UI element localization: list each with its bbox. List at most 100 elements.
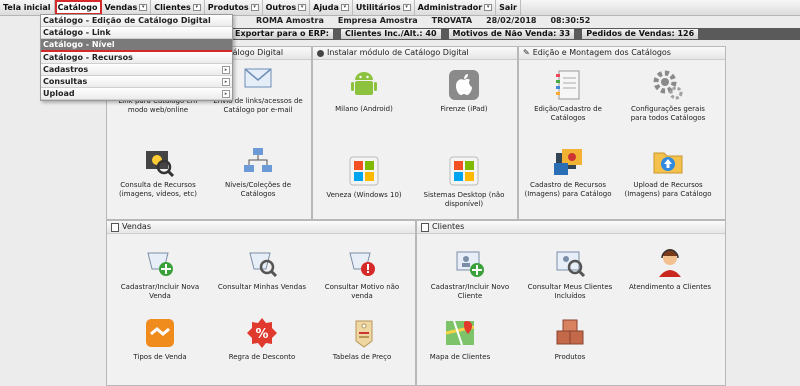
tile-niveis-colecoes[interactable]: Níveis/Coleções de Catálogos: [213, 145, 303, 199]
handshake-icon: [144, 317, 176, 349]
support-agent-icon: [654, 247, 686, 279]
panel-header: Vendas: [107, 221, 415, 234]
menu-item-catalogo-recursos[interactable]: Catálogo - Recursos: [41, 52, 232, 64]
no-sale-reasons-count[interactable]: Motivos de Não Venda: 33: [448, 29, 575, 39]
tile-label: Consulta de Recursos (imagens, vídeos, e…: [119, 181, 197, 198]
tile-atendimento[interactable]: Atendimento a Clientes: [625, 247, 715, 292]
tile-minhas-vendas[interactable]: Consultar Minhas Vendas: [217, 247, 307, 292]
menu-produtos[interactable]: Produtos ▾: [205, 0, 263, 15]
chevron-down-icon: ▾: [250, 4, 259, 11]
tile-regra-desconto[interactable]: % Regra de Desconto: [217, 317, 307, 362]
panel-title: Edição e Montagem dos Catálogos: [532, 48, 671, 57]
windows-icon: [448, 155, 480, 187]
tile-label: Milano (Android): [335, 105, 393, 113]
menu-sair[interactable]: Sair: [496, 0, 521, 15]
menu-label: Produtos: [207, 3, 249, 12]
percent-icon: %: [246, 317, 278, 349]
clients-count[interactable]: Clientes Inc./Alt.: 40: [340, 29, 441, 39]
menu-outros[interactable]: Outros ▾: [263, 0, 311, 15]
tile-label: Consultar Meus Clientes Incluídos: [527, 283, 613, 300]
tile-label: Atendimento a Clientes: [628, 283, 712, 291]
chevron-down-icon: ▾: [340, 4, 349, 11]
menu-item-catalogo-link[interactable]: Catálogo - Link: [41, 27, 232, 39]
chevron-down-icon: ▾: [139, 4, 148, 11]
tile-configuracoes[interactable]: Configurações gerais para todos Catálogo…: [623, 69, 713, 123]
tile-upload-recursos[interactable]: Upload de Recursos (Imagens) para Catálo…: [623, 145, 713, 199]
cart-search-icon: [246, 247, 278, 279]
sync-info-bar: Exportar para o ERP: Clientes Inc./Alt.:…: [231, 28, 800, 40]
panel-clients: Clientes Cadastrar/Incluir Novo Cliente …: [416, 220, 726, 386]
tile-label: Consultar Minhas Vendas: [217, 283, 307, 291]
tile-produtos[interactable]: Produtos: [525, 317, 615, 362]
price-tag-icon: [346, 317, 378, 349]
panel-sales: Vendas Cadastrar/Incluir Nova Venda Cons…: [106, 220, 416, 386]
tile-tabelas-preco[interactable]: Tabelas de Preço: [317, 317, 407, 362]
boxes-icon: [554, 317, 586, 349]
chevron-down-icon: ▾: [402, 4, 411, 11]
tile-consultar-clientes[interactable]: Consultar Meus Clientes Incluídos: [525, 247, 615, 301]
menu-administrador[interactable]: Administrador ▾: [415, 0, 497, 15]
menu-label: Tela inicial: [3, 3, 51, 12]
app-name: TROVATA: [431, 16, 473, 25]
chevron-down-icon: ▾: [192, 4, 201, 11]
menu-item-label: Catálogo - Edição de Catálogo Digital: [43, 16, 211, 25]
tile-windows10[interactable]: Veneza (Windows 10): [319, 155, 409, 200]
tile-label: Produtos: [554, 353, 586, 361]
menu-utilitarios[interactable]: Utilitários ▾: [353, 0, 415, 15]
panel-title: Instalar módulo de Catálogo Digital: [327, 48, 469, 57]
tile-label: Cadastrar/Incluir Novo Cliente: [430, 283, 510, 300]
tile-cadastro-recursos[interactable]: Cadastro de Recursos (Imagens) para Catá…: [523, 145, 613, 199]
menu-item-label: Upload: [43, 89, 75, 98]
menu-tela-inicial[interactable]: Tela inicial: [0, 0, 55, 15]
client-add-icon: [454, 247, 486, 279]
menu-label: Catálogo: [57, 3, 98, 12]
tile-desktop[interactable]: Sistemas Desktop (não disponível): [419, 155, 509, 209]
panel-header: Clientes: [417, 221, 725, 234]
menu-label: Sair: [499, 3, 517, 12]
tile-label: Níveis/Coleções de Catálogos: [224, 181, 292, 198]
tile-ipad[interactable]: Firenze (iPad): [419, 69, 509, 114]
document-icon: [421, 222, 429, 232]
tile-label: Regra de Desconto: [228, 353, 296, 361]
company-name: Empresa Amostra: [337, 16, 418, 25]
map-icon: [444, 317, 476, 349]
tile-label: Consultar Motivo não venda: [324, 283, 400, 300]
document-icon: [111, 222, 119, 232]
tile-motivo-nao-venda[interactable]: Consultar Motivo não venda: [317, 247, 407, 301]
tile-label: Cadastrar/Incluir Nova Venda: [120, 283, 200, 300]
notebook-icon: [552, 69, 584, 101]
menu-item-cadastros[interactable]: Cadastros ▸: [41, 64, 232, 76]
menu-item-consultas[interactable]: Consultas ▸: [41, 76, 232, 88]
menu-vendas[interactable]: Vendas ▾: [102, 0, 152, 15]
menu-item-label: Consultas: [43, 77, 88, 86]
tile-tipos-venda[interactable]: Tipos de Venda: [115, 317, 205, 362]
tile-label: Configurações gerais para todos Catálogo…: [630, 105, 706, 122]
menu-label: Ajuda: [313, 3, 339, 12]
menu-item-label: Catálogo - Link: [43, 28, 111, 37]
menu-item-edicao-catalogo[interactable]: Catálogo - Edição de Catálogo Digital: [41, 15, 232, 27]
menu-item-upload[interactable]: Upload ▸: [41, 88, 232, 100]
menu-ajuda[interactable]: Ajuda ▾: [310, 0, 353, 15]
gear-icon: [652, 69, 684, 101]
menu-item-catalogo-nivel[interactable]: Catálogo - Nível: [41, 39, 232, 52]
tile-label: Sistemas Desktop (não disponível): [423, 191, 505, 208]
tile-edicao-cadastro[interactable]: Edição/Cadastro de Catálogos: [523, 69, 613, 123]
menu-clientes[interactable]: Clientes ▾: [151, 0, 205, 15]
chevron-down-icon: ▾: [298, 4, 307, 11]
media-files-icon: [552, 145, 584, 177]
client-search-icon: [554, 247, 586, 279]
menu-catalogo[interactable]: Catálogo: [54, 0, 102, 15]
tile-nova-venda[interactable]: Cadastrar/Incluir Nova Venda: [115, 247, 205, 301]
tile-novo-cliente[interactable]: Cadastrar/Incluir Novo Cliente: [425, 247, 515, 301]
session-time: 08:30:52: [550, 16, 591, 25]
install-icon: [317, 49, 324, 57]
sales-orders-count[interactable]: Pedidos de Vendas: 126: [582, 29, 699, 39]
tile-label: Edição/Cadastro de Catálogos: [534, 105, 602, 122]
tile-android[interactable]: Milano (Android): [319, 69, 409, 114]
pencil-icon: ✎: [523, 48, 530, 57]
tile-consulta-recursos[interactable]: Consulta de Recursos (imagens, vídeos, e…: [113, 145, 203, 199]
panel-title: Vendas: [122, 222, 151, 231]
tile-mapa-clientes[interactable]: Mapa de Clientes: [415, 317, 505, 362]
catalog-dropdown-menu: Catálogo - Edição de Catálogo Digital Ca…: [40, 14, 233, 101]
apple-icon: [448, 69, 480, 101]
